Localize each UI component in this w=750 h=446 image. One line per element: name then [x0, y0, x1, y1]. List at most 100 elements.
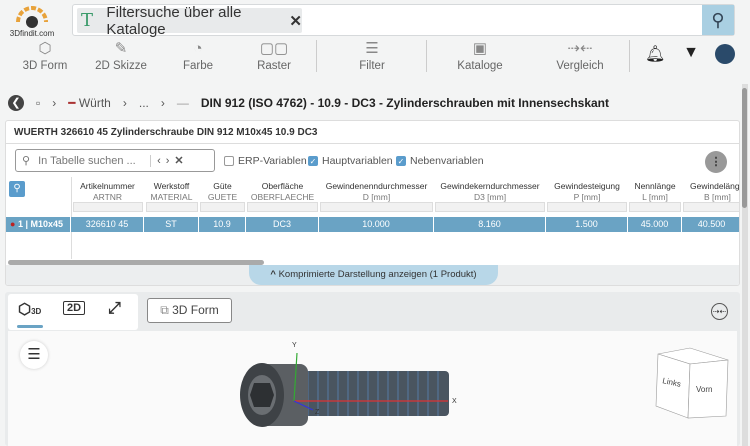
- chevron-up-icon: ^: [270, 269, 276, 280]
- breadcrumb: ❮ ▫ › ━ Würth › ... › — DIN 912 (ISO 476…: [8, 94, 609, 112]
- 3d-form-button[interactable]: ⧉ 3D Form: [147, 298, 232, 323]
- column-filter-input[interactable]: [547, 202, 627, 212]
- chevron-right-icon: ›: [122, 96, 127, 110]
- shape-search-icon: ⧉: [160, 303, 169, 317]
- table-title: WUERTH 326610 45 Zylinderschraube DIN 91…: [6, 121, 739, 144]
- table-search-input[interactable]: ⚲ In Tabelle suchen ... ‹› ✕: [15, 149, 215, 172]
- active-tab-indicator: [17, 325, 43, 328]
- column-filter-input[interactable]: [435, 202, 545, 212]
- axis-z-label: Z: [315, 409, 320, 416]
- toolbar-label: Farbe: [182, 60, 214, 72]
- checkbox-nebenvariablen[interactable]: ✓ Nebenvariablen: [396, 155, 484, 167]
- table-cell: 40.500: [682, 217, 739, 232]
- more-options-button[interactable]: ⋮: [705, 151, 727, 173]
- table-cell: 10.9: [199, 217, 246, 232]
- pencil-icon: ✎: [114, 40, 128, 57]
- bell-icon[interactable]: 🔔︎: [645, 44, 665, 64]
- column-header[interactable]: Artikelnummer ARTNR: [71, 181, 144, 203]
- table-panel: WUERTH 326610 45 Zylinderschraube DIN 91…: [5, 120, 740, 286]
- sliders-icon: ☰: [365, 40, 379, 57]
- checkbox-label: Hauptvariablen: [322, 155, 393, 167]
- funnel-icon[interactable]: ▼: [682, 44, 700, 62]
- column-header[interactable]: Oberfläche OBERFLAECHE: [246, 181, 319, 203]
- divider: [316, 40, 317, 72]
- toolbar-farbe[interactable]: ◔ Farbe: [178, 38, 218, 72]
- checkbox-erp[interactable]: ERP-Variablen: [224, 155, 307, 167]
- tab-3d[interactable]: ⬡3D: [18, 300, 41, 318]
- column-filter-input[interactable]: [146, 202, 198, 212]
- catalog-home-icon[interactable]: ▫: [36, 96, 40, 110]
- table-cell: 8.160: [434, 217, 546, 232]
- table-cell: 10.000: [319, 217, 434, 232]
- column-header[interactable]: Gewindesteigung P [mm]: [546, 181, 628, 203]
- logo-mark-icon: [16, 6, 48, 28]
- column-header[interactable]: Werkstoff MATERIAL: [144, 181, 199, 203]
- breadcrumb-current: DIN 912 (ISO 4762) - 10.9 - DC3 - Zylind…: [200, 96, 610, 110]
- cube-face-front: Vorn: [696, 385, 712, 394]
- column-filter-input[interactable]: [73, 202, 143, 212]
- divider: [629, 40, 630, 72]
- compress-view-button[interactable]: ^ Komprimierte Darstellung anzeigen (1 P…: [249, 265, 498, 285]
- toolbar-label: Kataloge: [457, 60, 503, 72]
- toolbar-label: Vergleich: [556, 60, 604, 72]
- logo[interactable]: 3Dfindit.com: [6, 4, 58, 38]
- checkbox-icon: ✓: [396, 156, 406, 166]
- viewer-canvas[interactable]: ☰ Y X Z Links Vorn: [8, 331, 737, 446]
- measure-icon[interactable]: ⤢: [108, 300, 121, 318]
- prev-next-icons[interactable]: ‹›: [150, 154, 174, 167]
- compress-label: Komprimierte Darstellung anzeigen (1 Pro…: [278, 269, 477, 280]
- chevron-right-icon: ›: [160, 96, 165, 110]
- toolbar-kataloge[interactable]: ▣ Kataloge: [455, 38, 505, 72]
- checkbox-hauptvariablen[interactable]: ✓ Hauptvariablen: [308, 155, 393, 167]
- close-icon[interactable]: ✕: [289, 12, 302, 30]
- column-header[interactable]: Gewindenenndurchmesser D [mm]: [319, 181, 434, 203]
- text-icon: T: [81, 10, 94, 31]
- cube-icon: ⬡: [38, 40, 52, 57]
- search-button[interactable]: ⚲: [702, 5, 734, 35]
- table-cell: ST: [144, 217, 199, 232]
- checkbox-icon: [224, 156, 234, 166]
- search-chip[interactable]: T Filtersuche über alle Kataloge ✕: [77, 4, 302, 38]
- search-icon: ⚲: [22, 155, 31, 167]
- column-filter-input[interactable]: [200, 202, 245, 212]
- breadcrumb-item[interactable]: ━ Würth: [68, 96, 111, 110]
- column-header[interactable]: Gewindelänge B [mm]: [682, 181, 739, 203]
- column-filter-input[interactable]: [629, 202, 681, 212]
- tab-2d[interactable]: 2D: [63, 301, 86, 315]
- view-cube[interactable]: Links Vorn: [648, 346, 738, 426]
- horizontal-scrollbar[interactable]: [8, 260, 264, 265]
- divider: [426, 40, 427, 72]
- toolbar-raster[interactable]: ▢▢ Raster: [254, 38, 294, 72]
- column-filter-input[interactable]: [247, 202, 318, 212]
- table-cell: DC3: [246, 217, 319, 232]
- back-icon[interactable]: ❮: [8, 95, 24, 111]
- breadcrumb-item[interactable]: ...: [139, 96, 149, 110]
- toolbar-label: 3D Form: [22, 60, 68, 72]
- search-bar[interactable]: T Filtersuche über alle Kataloge ✕ ⚲: [72, 4, 735, 38]
- column-header[interactable]: Gewindekerndurchmesser D3 [mm]: [434, 181, 546, 203]
- collapse-icon[interactable]: ⇢⇠: [711, 303, 728, 320]
- catalog-icon: ▣: [472, 40, 488, 57]
- column-header[interactable]: Güte GUETE: [199, 181, 246, 203]
- avatar[interactable]: [715, 44, 735, 64]
- clear-icon[interactable]: ✕: [174, 154, 183, 167]
- cube-icon: ⬡: [18, 301, 32, 318]
- toolbar-2d-skizze[interactable]: ✎ 2D Skizze: [93, 38, 149, 72]
- compare-icon: ⇢⇠: [567, 40, 593, 57]
- column-filter-input[interactable]: [683, 202, 739, 212]
- row-label[interactable]: ● 1 | M10x45: [6, 217, 71, 232]
- toolbar-label: 2D Skizze: [95, 60, 147, 72]
- toolbar-vergleich[interactable]: ⇢⇠ Vergleich: [552, 38, 608, 72]
- chip-label: Filtersuche über alle Kataloge: [106, 3, 242, 38]
- vertical-scrollbar[interactable]: [742, 84, 748, 446]
- toolbar-3d-form[interactable]: ⬡ 3D Form: [20, 38, 70, 72]
- axis-y-label: Y: [292, 342, 297, 349]
- viewer-tabs: ⬡3D 2D ⤢: [8, 294, 138, 330]
- palette-icon: ◔: [193, 40, 203, 57]
- table-cell: 45.000: [628, 217, 682, 232]
- column-header[interactable]: Nennlänge L [mm]: [628, 181, 682, 203]
- column-filter-input[interactable]: [320, 202, 433, 212]
- toolbar-filter[interactable]: ☰ Filter: [352, 38, 392, 72]
- table-filter-icon[interactable]: ⚲: [9, 181, 25, 197]
- toolbar-label: Filter: [359, 60, 385, 72]
